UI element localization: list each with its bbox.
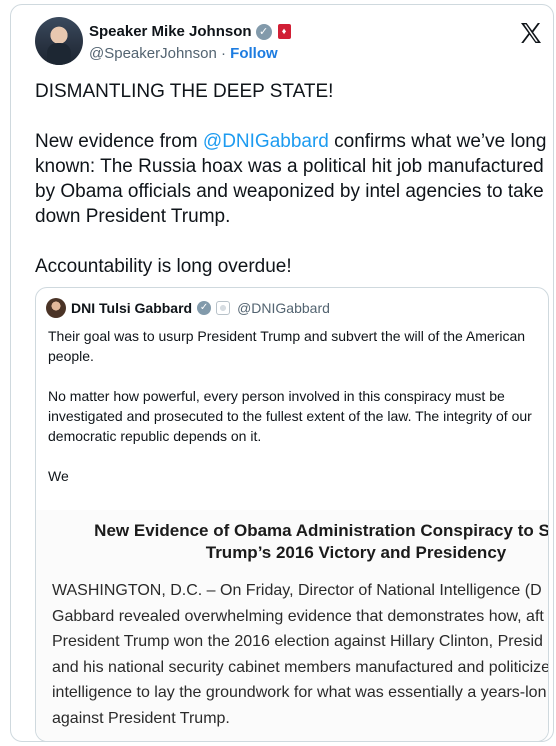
press-release-title: New Evidence of Obama Administration Con… — [94, 521, 549, 562]
quote-author-name[interactable]: DNI Tulsi Gabbard — [71, 300, 192, 316]
author-handle[interactable]: @SpeakerJohnson — [89, 45, 217, 62]
tweet-line-3: Accountability is long overdue! — [35, 256, 292, 277]
government-seal-icon — [216, 301, 231, 315]
quote-author-avatar[interactable] — [46, 298, 66, 318]
tweet-card[interactable]: Speaker Mike Johnson ✓ ♦ @SpeakerJohnson… — [10, 4, 554, 742]
quote-header: DNI Tulsi Gabbard ✓ @DNIGabbard — [46, 298, 330, 318]
author-handle-row: @SpeakerJohnson · Follow — [89, 45, 278, 62]
separator-dot: · — [220, 45, 226, 62]
tweet-text: DISMANTLING THE DEEP STATE! New evidence … — [35, 79, 549, 279]
x-logo-icon[interactable] — [519, 21, 543, 45]
quote-author-handle[interactable]: @DNIGabbard — [237, 300, 330, 316]
press-release-image[interactable]: New Evidence of Obama Administration Con… — [36, 510, 549, 741]
tweet-header: Speaker Mike Johnson ✓ ♦ @SpeakerJohnson… — [35, 17, 553, 73]
author-name-row: Speaker Mike Johnson ✓ ♦ — [89, 23, 291, 40]
follow-button[interactable]: Follow — [230, 45, 278, 62]
author-avatar[interactable] — [35, 17, 83, 65]
quote-verified-badge-icon: ✓ — [197, 301, 212, 315]
house-flag-icon: ♦ — [277, 24, 291, 39]
tweet-line-1: DISMANTLING THE DEEP STATE! — [35, 81, 334, 102]
mention-link[interactable]: @DNIGabbard — [203, 131, 329, 152]
quote-text: Their goal was to usurp President Trump … — [48, 328, 532, 484]
tweet-line-2: New evidence from @DNIGabbard confirms w… — [35, 129, 549, 229]
tweet-line-2-before: New evidence from — [35, 131, 203, 152]
author-name[interactable]: Speaker Mike Johnson — [89, 23, 252, 40]
quoted-tweet[interactable]: DNI Tulsi Gabbard ✓ @DNIGabbard Their go… — [35, 287, 549, 741]
press-release-body: WASHINGTON, D.C. – On Friday, Director o… — [52, 582, 549, 727]
verified-badge-icon: ✓ — [255, 23, 272, 40]
